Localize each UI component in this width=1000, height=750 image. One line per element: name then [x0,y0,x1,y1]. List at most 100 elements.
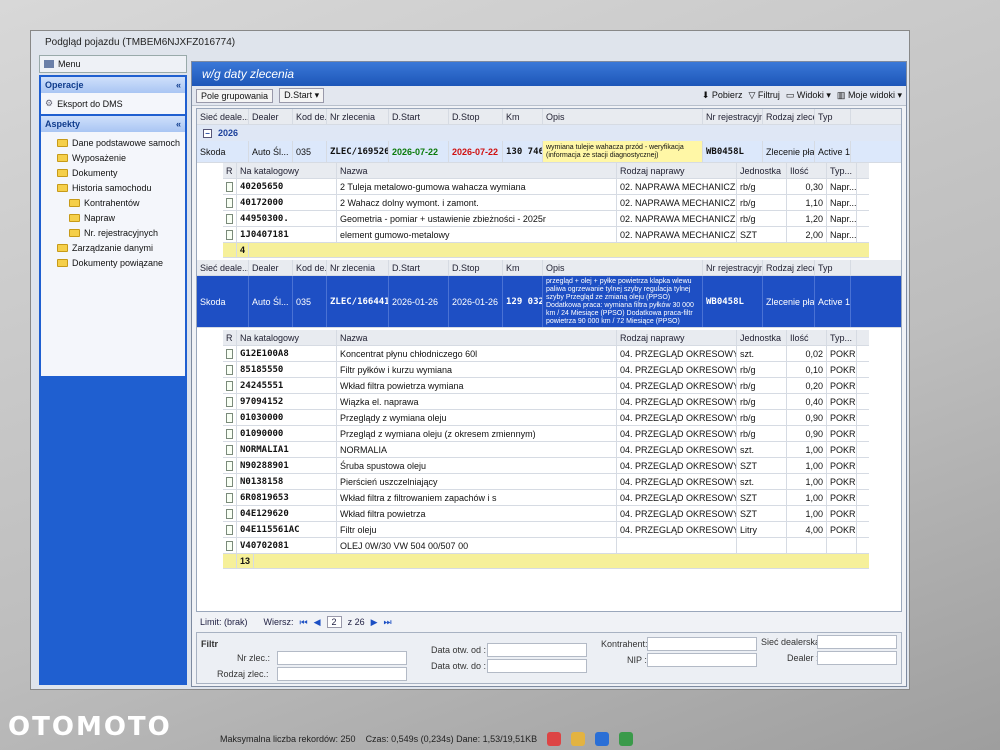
part-row[interactable]: 01030000 Przeglądy z wymiana oleju 04. PRZ… [223,410,869,426]
data-do-label: Data otw. do : [431,661,487,671]
part-type-icon [223,522,237,537]
repair-type: 04. PRZEGLĄD OKRESOWY [617,426,737,441]
part-row[interactable]: 6R0819653 Wkład filtra z filtrowaniem zap… [223,490,869,506]
tree-item[interactable]: Historia samochodu [45,180,181,195]
column-header: Nr zlecenia [327,109,389,124]
rodzaj-zlec-input[interactable] [277,667,407,681]
group-field-select[interactable]: D.Start ▾ [279,88,325,103]
part-number: 85185550 [237,362,337,377]
group-field-label: Pole grupowania [196,88,274,103]
nr-zlec-input[interactable] [277,651,407,665]
repair-type: 04. PRZEGLĄD OKRESOWY [617,474,737,489]
moje-widoki-button[interactable]: ▥ Moje widoki ▾ [837,90,902,101]
tree-item-label: Kontrahentów [84,197,140,208]
widoki-button[interactable]: ▭ Widoki ▾ [786,90,831,101]
type: POKR [827,426,857,441]
part-row[interactable]: N90288901 Śruba spustowa oleju 04. PRZEGLĄ… [223,458,869,474]
part-type-icon [223,362,237,377]
tree-item[interactable]: Nr. rejestracyjnych [45,225,181,240]
part-row[interactable]: 1J0407181 element gumowo-metalowy 02. NAPR… [223,227,869,243]
parts-subgrid: R Na katalogowy Nazwa Rodzaj naprawy Jednost… [223,330,869,569]
last-page-icon[interactable]: ⏭ [384,617,392,628]
repair-type: 02. NAPRAWA MECHANICZNA [617,195,737,210]
part-row[interactable]: NORMALIA1 NORMALIA 04. PRZEGLĄD OKRESOWY sz… [223,442,869,458]
aspekty-header[interactable]: Aspekty « [41,116,185,132]
aspekty-panel: Aspekty « Dane podstawowe samoch Wyposażen… [41,116,185,376]
first-page-icon[interactable]: ⏮ [300,617,308,628]
part-row[interactable]: N0138158 Pierścień uszczelniający 04. PRZE… [223,474,869,490]
tree-item[interactable]: Kontrahentów [45,195,181,210]
app-icon[interactable] [619,732,634,746]
year-group-row[interactable]: −2026 [197,125,901,141]
folder-icon [57,153,68,162]
taskbar: Maksymalna liczba rekordów: 250 Czas: 0,… [220,728,780,750]
data-do-input[interactable] [487,659,587,673]
tree-item[interactable]: Wyposażenie [45,150,181,165]
quantity: 1,00 [787,506,827,521]
part-row[interactable]: 97094152 Wiązka el. naprawa 04. PRZEGLĄD O… [223,394,869,410]
part-number: 6R0819653 [237,490,337,505]
part-row[interactable]: 04E115561AC Filtr oleju 04. PRZEGLĄD OKRES… [223,522,869,538]
tree-item-label: Nr. rejestracyjnych [84,227,159,238]
collapse-icon[interactable]: « [176,119,181,129]
document-icon [226,508,233,519]
group-field-value: D.Start [284,90,313,100]
export-dms-item[interactable]: ⚙ Eksport do DMS [45,96,181,111]
siec-input[interactable] [817,635,897,649]
data-od-input[interactable] [487,643,587,657]
part-row[interactable]: 40205650 2 Tuleja metalowo-gumowa wahacza… [223,179,869,195]
part-row[interactable]: 44950300. Geometria - pomiar + ustawienie… [223,211,869,227]
widoki-label: Widoki [796,90,824,100]
filtruj-button[interactable]: ▽ Filtruj [748,90,779,101]
next-page-icon[interactable]: ▶ [371,617,378,628]
column-header: Sieć deale... [197,260,249,275]
dealer-input[interactable] [817,651,897,665]
tree-item[interactable]: Dane podstawowe samoch [45,135,181,150]
prev-page-icon[interactable]: ◀ [314,617,321,628]
menu-bar[interactable]: Menu [39,55,187,73]
column-header: Rodzaj naprawy [617,330,737,345]
part-name: Przegląd z wymiana oleju (z okresem zmie… [337,426,617,441]
type: Napr... [827,195,857,210]
part-type-icon [223,506,237,521]
part-row[interactable]: 40172000 2 Wahacz dolny wymont. i zamont.… [223,195,869,211]
collapse-icon[interactable]: − [203,128,212,138]
tree-item[interactable]: Napraw [45,210,181,225]
order-rej: WB0458L [703,141,763,162]
pobierz-button[interactable]: ⬇ Pobierz [702,90,743,101]
part-name: NORMALIA [337,442,617,457]
tree-item[interactable]: Dokumenty powiązane [45,255,181,270]
tree-item[interactable]: Zarządzanie danymi [45,240,181,255]
order-rej: WB0458L [703,276,763,327]
kontrahent-input[interactable] [647,637,757,651]
part-row[interactable]: 04E129620 Wkład filtra powietrza 04. PRZEG… [223,506,869,522]
menu-label[interactable]: Menu [58,59,81,69]
type: POKR [827,394,857,409]
parts-list: 40205650 2 Tuleja metalowo-gumowa wahacza… [223,179,869,243]
part-number: G12E100A8 [237,346,337,361]
folder-icon[interactable] [571,732,586,746]
order-row[interactable]: SkodaAuto Śl...035ZLEC/169526...2026-07-… [197,141,901,163]
part-row[interactable]: V40702081 OLEJ 0W/30 VW 504 00/507 00 [223,538,869,554]
part-row[interactable]: G12E100A8 Koncentrat płynu chłodniczego 6… [223,346,869,362]
document-icon [226,460,233,471]
operacje-header[interactable]: Operacje « [41,77,185,93]
column-header: D.Stop [449,109,503,124]
part-row[interactable]: 85185550 Filtr pyłków i kurzu wymiana 04. … [223,362,869,378]
tree-item[interactable]: Dokumenty [45,165,181,180]
part-name: 2 Wahacz dolny wymont. i zamont. [337,195,617,210]
order-row-selected[interactable]: SkodaAuto Śl...035ZLEC/166441...2026-01-… [197,276,901,328]
part-row[interactable]: 01090000 Przegląd z wymiana oleju (z okre… [223,426,869,442]
nip-input[interactable] [647,653,757,667]
column-header: R [223,163,237,178]
part-type-icon [223,410,237,425]
collapse-icon[interactable]: « [176,80,181,90]
chrome-icon[interactable] [547,732,562,746]
app-icon[interactable] [595,732,610,746]
part-row[interactable]: 24245551 Wkład filtra powietrza wymiana 04… [223,378,869,394]
column-header: Kod de... [293,109,327,124]
part-number: 44950300. [237,211,337,226]
part-name: OLEJ 0W/30 VW 504 00/507 00 [337,538,617,553]
page-input[interactable]: 2 [326,616,342,628]
unit: rb/g [737,426,787,441]
